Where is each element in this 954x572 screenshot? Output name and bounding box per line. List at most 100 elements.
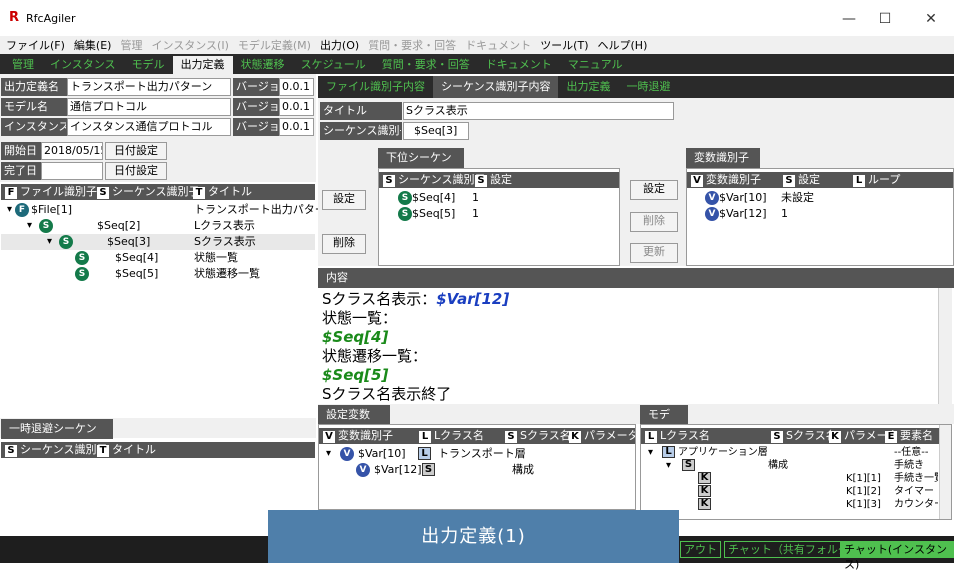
instance-input[interactable]: インスタンス通信プロトコル	[67, 118, 231, 136]
model-tab[interactable]: モデル	[640, 405, 688, 441]
column-label: シーケンス識別子	[398, 173, 486, 186]
end-date-set-button[interactable]: 日付設定	[105, 162, 167, 180]
model-label: モデル名	[1, 98, 67, 116]
menu-item[interactable]: 編集(E)	[74, 37, 112, 53]
model-header-col-3[interactable]: E 要素名	[885, 428, 935, 444]
model-header-col-1[interactable]: S Sクラス名	[771, 428, 837, 444]
tree-header-col-0[interactable]: F ファイル識別子	[5, 184, 97, 200]
instance-version-input[interactable]: 0.0.1	[279, 118, 314, 136]
set-var-header-col-3[interactable]: K パラメータ	[569, 428, 635, 444]
model-version-input[interactable]: 0.0.1	[279, 98, 314, 116]
main-tab[interactable]: 管理	[4, 56, 42, 74]
menu-item[interactable]: ヘルプ(H)	[598, 37, 648, 53]
close-button[interactable]: ✕	[908, 7, 954, 31]
lower-seq-set-button[interactable]: 設定	[322, 190, 366, 210]
var-delete-button[interactable]: 削除	[630, 212, 678, 232]
tree-row[interactable]: ▾ S $Seq[2] Lクラス表示	[1, 218, 315, 234]
main-tab[interactable]: スケジュール	[293, 56, 374, 74]
layout-button[interactable]: アウト	[680, 541, 721, 558]
temp-tab[interactable]: 一時退避シーケンス	[1, 419, 113, 455]
sub-tab[interactable]: 一時退避	[618, 76, 678, 98]
tree-row[interactable]: ▾ F $File[1] トランスポート出力パターン1	[1, 202, 343, 218]
menu-item[interactable]: ファイル(F)	[6, 37, 65, 53]
version-input[interactable]: 0.0.1	[279, 78, 314, 96]
start-date-input[interactable]: 2018/05/15	[41, 142, 103, 160]
var-id-row[interactable]: V $Var[12] 1	[705, 206, 945, 222]
lower-seq-row[interactable]: S $Seq[5] 1	[398, 206, 618, 222]
set-var-header-col-2[interactable]: S Sクラス名	[505, 428, 571, 444]
lower-seq-tab[interactable]: 下位シーケンス	[378, 148, 464, 184]
model-row[interactable]: K K[1][2] タイマー	[644, 485, 938, 498]
model-row[interactable]: K K[1][3] カウンター	[644, 498, 938, 511]
model-header-col-2[interactable]: K パラメータ	[829, 428, 899, 444]
main-tab[interactable]: マニュアル	[560, 56, 631, 74]
content-scrollbar[interactable]	[938, 288, 952, 404]
set-var-row[interactable]: ▾ V $Var[10] L トランスポート層	[322, 446, 634, 462]
temp-header-col-1[interactable]: T タイトル	[97, 442, 217, 458]
var-id-header-col-0[interactable]: V 変数識別子	[691, 172, 783, 188]
var-id-row[interactable]: V $Var[10] 未設定	[705, 190, 945, 206]
set-var-row[interactable]: V $Var[12] S 構成	[322, 462, 634, 478]
lower-seq-header-col-1[interactable]: S 設定	[475, 172, 535, 188]
seq-title-input[interactable]: Sクラス表示	[403, 102, 674, 120]
var-id-header-col-2[interactable]: L ループ	[853, 172, 923, 188]
temp-header-col-0[interactable]: S シーケンス識別子	[5, 442, 107, 458]
lower-seq-header-col-0[interactable]: S シーケンス識別子	[383, 172, 485, 188]
lower-seq-delete-button[interactable]: 削除	[322, 234, 366, 254]
menu-item[interactable]: 管理	[120, 37, 142, 53]
expand-toggle-icon[interactable]: ▾	[47, 234, 52, 250]
lower-seq-value: 1	[472, 191, 479, 204]
seq-id-input[interactable]: $Seq[3]	[403, 122, 469, 140]
expand-toggle-icon[interactable]: ▾	[648, 446, 653, 459]
menu-item[interactable]: インスタンス(I)	[151, 37, 228, 53]
var-id-header-col-1[interactable]: S 設定	[783, 172, 853, 188]
expand-toggle-icon[interactable]: ▾	[326, 446, 331, 462]
menu-item[interactable]: ドキュメント	[465, 37, 531, 53]
model-row[interactable]: K K[1][1] 手続き一覧	[644, 472, 938, 485]
expand-toggle-icon[interactable]: ▾	[7, 202, 12, 218]
content-editor[interactable]: Sクラス名表示：$Var[12] 状態一覧： $Seq[4] 状態遷移一覧： $Seq[…	[318, 290, 938, 403]
tree-row[interactable]: S $Seq[4] 状態一覧	[1, 250, 315, 266]
model-input[interactable]: 通信プロトコル	[67, 98, 231, 116]
tree-row[interactable]: ▾ S $Seq[3] Sクラス表示	[1, 234, 315, 250]
set-var-tab[interactable]: 設定変数	[318, 405, 390, 425]
column-badge-icon: S	[505, 431, 517, 443]
model-row[interactable]: ▾ S 構成 手続き	[644, 459, 938, 472]
sub-tab[interactable]: 出力定義	[558, 76, 618, 98]
main-tab[interactable]: 出力定義	[172, 56, 233, 74]
main-tab[interactable]: インスタンス	[42, 56, 124, 74]
model-scrollbar[interactable]	[939, 425, 951, 519]
tree-row[interactable]: S $Seq[5] 状態遷移一覧	[1, 266, 315, 282]
main-tab[interactable]: モデル	[124, 56, 173, 74]
expand-toggle-icon[interactable]: ▾	[666, 459, 671, 472]
tree-header-col-1[interactable]: S シーケンス識別子	[97, 184, 199, 200]
menu-item[interactable]: 出力(O)	[320, 37, 359, 53]
model-row[interactable]: ▾ L アプリケーション層 --任意--	[644, 446, 938, 459]
set-var-header-col-0[interactable]: V 変数識別子	[323, 428, 419, 444]
set-var-header-col-1[interactable]: L Lクラス名	[419, 428, 505, 444]
main-tab[interactable]: ドキュメント	[478, 56, 560, 74]
model-header-col-0[interactable]: L Lクラス名	[645, 428, 771, 444]
column-label: シーケンス識別子	[20, 443, 108, 456]
var-set-button[interactable]: 設定	[630, 180, 678, 200]
var-id-tab[interactable]: 変数識別子	[686, 148, 760, 168]
content-tab[interactable]: 内容	[318, 268, 954, 288]
menu-item[interactable]: ツール(T)	[540, 37, 588, 53]
sub-tab[interactable]: ファイル識別子内容	[318, 76, 433, 98]
main-tab[interactable]: 状態遷移	[233, 56, 293, 74]
tree-row-id: $Seq[4]	[115, 251, 159, 264]
app-title: RfcAgiler	[26, 12, 76, 25]
main-tab[interactable]: 質問・要求・回答	[374, 56, 478, 74]
output-def-input[interactable]: トランスポート出力パターン	[67, 78, 231, 96]
menu-item[interactable]: 質問・要求・回答	[368, 37, 456, 53]
tree-header-col-2[interactable]: T タイトル	[193, 184, 313, 200]
chat-instance-button[interactable]: チャット(インスタンス)	[840, 541, 954, 571]
end-date-input[interactable]	[41, 162, 103, 180]
sub-tab[interactable]: シーケンス識別子内容	[433, 76, 559, 98]
lower-seq-row[interactable]: S $Seq[4] 1	[398, 190, 618, 206]
var-update-button[interactable]: 更新	[630, 243, 678, 263]
expand-toggle-icon[interactable]: ▾	[27, 218, 32, 234]
menu-item[interactable]: モデル定義(M)	[238, 37, 311, 53]
start-date-set-button[interactable]: 日付設定	[105, 142, 167, 160]
maximize-button[interactable]: ☐	[862, 7, 908, 31]
